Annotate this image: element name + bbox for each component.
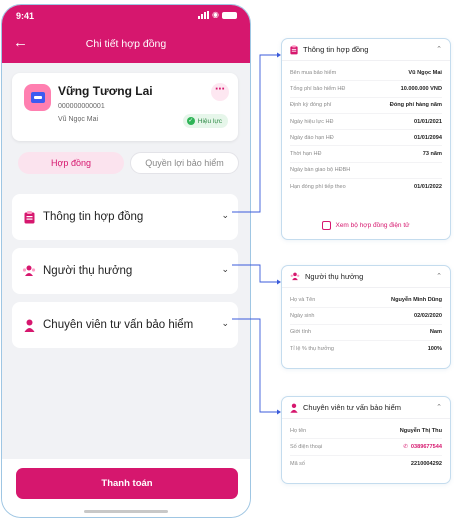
nav-bar: ← Chi tiết hợp đồng bbox=[2, 27, 250, 63]
contract-icon bbox=[24, 84, 51, 111]
status-badge-label: Hiệu lực bbox=[197, 117, 222, 125]
contract-holder: Vũ Ngọc Mai bbox=[58, 116, 99, 123]
section-beneficiary[interactable]: Người thụ hưởng ⌄ bbox=[12, 248, 238, 294]
document-icon bbox=[322, 221, 332, 230]
beneficiary-panel-title: Người thụ hưởng bbox=[305, 272, 364, 281]
bottom-bar: Thanh toán bbox=[2, 459, 250, 517]
chevron-down-icon[interactable]: ⌄ bbox=[221, 210, 229, 221]
contract-info-panel: Thông tin hợp đồng ⌃ Bên mua bảo hiểm Vũ … bbox=[281, 38, 451, 240]
section-contract-info[interactable]: Thông tin hợp đồng ⌄ bbox=[12, 194, 238, 240]
contract-info-panel-title: Thông tin hợp đồng bbox=[303, 45, 369, 54]
clipboard-icon bbox=[290, 44, 298, 54]
advisor-panel-header[interactable]: Chuyên viên tư vấn bảo hiểm ⌃ bbox=[282, 397, 450, 419]
info-row: Ngày sinh 02/02/2020 bbox=[290, 308, 442, 325]
battery-icon bbox=[222, 11, 237, 19]
clipboard-icon bbox=[22, 210, 36, 224]
person-icon bbox=[22, 318, 36, 332]
contract-summary-card: Vững Tương Lai 000000000001 Vũ Ngọc Mai … bbox=[12, 73, 238, 141]
chevron-up-icon[interactable]: ⌃ bbox=[436, 272, 442, 280]
info-row: Mã số 2210004292 bbox=[290, 460, 442, 467]
phone-frame: 9:41 ◉ ← Chi tiết hợp đồng Vững Tương La… bbox=[1, 4, 251, 518]
info-row: Họ tên Nguyễn Thị Thu bbox=[290, 423, 442, 440]
signal-icon bbox=[198, 11, 210, 19]
info-row: Ngày hiệu lực HĐ 01/01/2021 bbox=[290, 114, 442, 131]
pay-button[interactable]: Thanh toán bbox=[16, 468, 238, 499]
info-row: Số điện thoại ✆ 0389677544 bbox=[290, 439, 442, 456]
wifi-icon: ◉ bbox=[212, 10, 219, 19]
contract-name: Vững Tương Lai bbox=[58, 84, 153, 98]
tab-contract[interactable]: Hợp đồng bbox=[18, 152, 124, 174]
people-icon bbox=[22, 264, 36, 278]
check-icon: ✓ bbox=[186, 117, 195, 125]
advisor-phone-link[interactable]: ✆ 0389677544 bbox=[403, 444, 442, 450]
chevron-up-icon[interactable]: ⌃ bbox=[436, 45, 442, 53]
section-beneficiary-label: Người thụ hưởng bbox=[43, 265, 133, 277]
info-row: Ngày bàn giao bộ HĐBH bbox=[290, 163, 442, 180]
status-badge: ✓ Hiệu lực bbox=[182, 114, 228, 128]
info-row: Tổng phí bảo hiểm HĐ 10.000.000 VND bbox=[290, 81, 442, 98]
home-indicator bbox=[84, 510, 168, 513]
advisor-panel-title: Chuyên viên tư vấn bảo hiểm bbox=[303, 403, 401, 412]
status-time: 9:41 bbox=[16, 11, 35, 21]
contract-number: 000000000001 bbox=[58, 103, 105, 110]
view-e-contract-link[interactable]: Xem bộ hợp đồng điện tử bbox=[282, 221, 450, 230]
beneficiary-panel: Người thụ hưởng ⌃ Họ và Tên Nguyễn Minh D… bbox=[281, 265, 451, 369]
info-row: Hạn đóng phí tiếp theo 01/01/2022 bbox=[290, 184, 442, 191]
status-icons: ◉ bbox=[198, 11, 237, 19]
people-icon bbox=[290, 272, 300, 281]
more-options-button[interactable]: ⋯ bbox=[211, 83, 229, 101]
section-advisor[interactable]: Chuyên viên tư vấn bảo hiểm ⌄ bbox=[12, 302, 238, 348]
chevron-down-icon[interactable]: ⌄ bbox=[221, 318, 229, 329]
view-e-contract-label: Xem bộ hợp đồng điện tử bbox=[335, 222, 410, 229]
info-row: Định kỳ đóng phí Đóng phí hàng năm bbox=[290, 98, 442, 114]
info-row: Thời hạn HĐ 73 năm bbox=[290, 146, 442, 163]
status-bar: 9:41 ◉ bbox=[2, 5, 250, 27]
phone-icon: ✆ bbox=[403, 443, 408, 450]
beneficiary-panel-header[interactable]: Người thụ hưởng ⌃ bbox=[282, 266, 450, 288]
app-header: 9:41 ◉ ← Chi tiết hợp đồng bbox=[2, 5, 250, 63]
person-icon bbox=[290, 403, 298, 413]
info-row: Bên mua bảo hiểm Vũ Ngọc Mai bbox=[290, 65, 442, 82]
tab-insurance-benefits[interactable]: Quyền lợi bảo hiểm bbox=[130, 152, 239, 174]
contract-info-panel-header[interactable]: Thông tin hợp đồng ⌃ bbox=[282, 39, 450, 61]
info-row: Họ và Tên Nguyễn Minh Dũng bbox=[290, 292, 442, 309]
advisor-panel: Chuyên viên tư vấn bảo hiểm ⌃ Họ tên Nguy… bbox=[281, 396, 451, 484]
section-contract-info-label: Thông tin hợp đồng bbox=[43, 211, 144, 223]
page-title: Chi tiết hợp đồng bbox=[85, 38, 167, 50]
info-row: Giới tính Nam bbox=[290, 325, 442, 341]
info-row: Tỉ lệ % thụ hưởng 100% bbox=[290, 346, 442, 353]
chevron-up-icon[interactable]: ⌃ bbox=[436, 403, 442, 411]
info-row: Ngày đáo hạn HĐ 01/01/2094 bbox=[290, 130, 442, 147]
section-advisor-label: Chuyên viên tư vấn bảo hiểm bbox=[43, 319, 194, 331]
chevron-down-icon[interactable]: ⌄ bbox=[221, 264, 229, 275]
